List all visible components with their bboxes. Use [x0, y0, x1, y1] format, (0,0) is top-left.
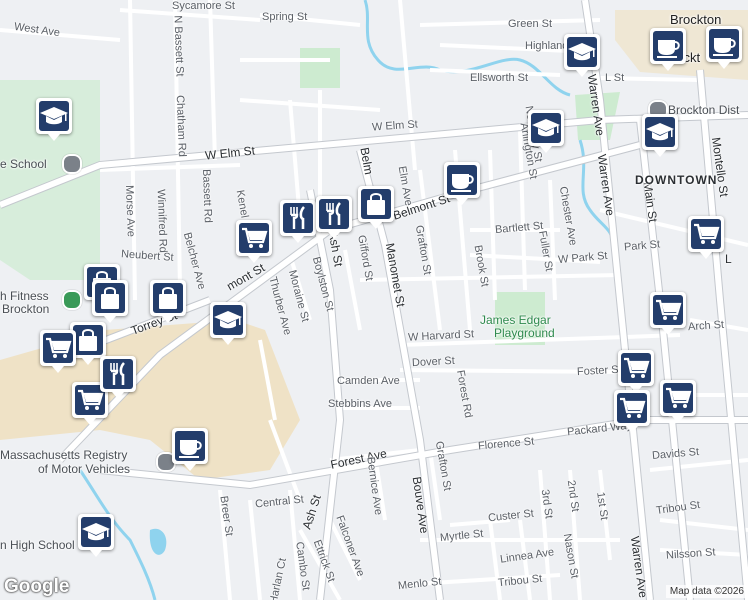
map-marker[interactable]	[280, 200, 316, 243]
shopping-cart-icon	[666, 387, 692, 408]
map-marker[interactable]	[564, 34, 600, 77]
bassett-road-label: Bassett Rd	[199, 168, 214, 224]
registry-label-line2: of Motor Vehicles	[38, 462, 131, 476]
map-marker[interactable]	[650, 292, 686, 335]
shopping-bag-icon	[101, 287, 119, 309]
school-place-label: e School	[0, 157, 47, 171]
map-marker[interactable]	[78, 514, 114, 557]
graduation-cap-icon	[532, 119, 560, 137]
google-logo: Google	[4, 576, 70, 597]
map-marker[interactable]	[358, 186, 394, 229]
fork-knife-icon	[290, 206, 305, 229]
shopping-bag-icon	[79, 329, 97, 351]
fitness-place-label: h Fitness	[0, 289, 49, 303]
map-marker[interactable]	[660, 380, 696, 423]
graduation-cap-icon	[40, 107, 68, 125]
shopping-bag-icon	[159, 287, 177, 309]
school-place-dot[interactable]	[62, 154, 82, 174]
shopping-cart-icon	[242, 227, 268, 248]
chatham-road-label: Chatham Rd	[173, 94, 188, 158]
shopping-cart-icon	[624, 357, 650, 378]
map-attribution[interactable]: Map data ©2026	[665, 585, 748, 598]
green-street-label: Green St	[508, 18, 553, 30]
map-marker[interactable]	[36, 98, 72, 141]
dover-street-label: Dover St	[411, 354, 456, 370]
shopping-cart-icon	[620, 397, 646, 418]
coffee-cup-icon	[451, 174, 474, 192]
foster-street-label: Foster S	[576, 363, 619, 379]
sycamore-street-label: Sycamore St	[172, 0, 235, 12]
fork-knife-icon	[326, 202, 341, 225]
park-area-north	[300, 48, 340, 88]
map-marker[interactable]	[210, 302, 246, 345]
map-marker[interactable]	[92, 280, 128, 323]
fitness-brockton-label: Brockton	[2, 302, 50, 316]
l-right-label: L	[725, 252, 732, 266]
brockton-district-label: Brockton Dist	[668, 103, 740, 117]
ellsworth-street-label: Ellsworth St	[470, 72, 529, 84]
map-marker[interactable]	[706, 26, 742, 69]
brockton-city-label: Brockton	[670, 12, 722, 27]
spring-street-label: Spring St	[262, 11, 308, 23]
map-marker[interactable]	[444, 162, 480, 205]
playground-label-line1: James Edgar	[480, 313, 551, 327]
map-marker[interactable]	[172, 428, 208, 471]
pond	[149, 528, 167, 555]
arch-street-label: Arch St	[687, 318, 725, 334]
l-street-label: L St	[605, 72, 625, 84]
winnifred-road-label: Winnifred Rd	[154, 189, 169, 253]
registry-label-line1: Massachusetts Registry	[0, 448, 128, 462]
fitness-place-dot[interactable]	[62, 290, 82, 310]
map-marker[interactable]	[40, 330, 76, 373]
map-marker[interactable]	[100, 356, 136, 399]
shopping-cart-icon	[46, 337, 72, 358]
map-canvas[interactable]: Sycamore St Spring St West Ave N Bassett…	[0, 0, 748, 600]
fork-knife-icon	[110, 362, 125, 385]
shopping-cart-icon	[694, 223, 720, 244]
n-bassett-street-label: N Bassett St	[171, 15, 186, 77]
map-marker[interactable]	[618, 350, 654, 393]
map-marker[interactable]	[236, 220, 272, 263]
coffee-cup-icon	[657, 40, 680, 58]
graduation-cap-icon	[568, 43, 596, 61]
morse-ave-label: Morse Ave	[122, 184, 137, 238]
map-marker[interactable]	[614, 390, 650, 433]
stebbins-ave-label: Stebbins Ave	[328, 398, 393, 410]
high-school-label: n High School	[0, 538, 75, 552]
shopping-bag-icon	[367, 193, 385, 215]
map-marker[interactable]	[150, 280, 186, 323]
camden-ave-label: Camden Ave	[337, 375, 400, 387]
graduation-cap-icon	[646, 123, 674, 141]
map-marker[interactable]	[642, 114, 678, 157]
coffee-cup-icon	[179, 440, 202, 458]
highland-street-label: Highland	[525, 40, 569, 52]
shopping-cart-icon	[656, 299, 682, 320]
playground-label-line2: Playground	[494, 326, 555, 340]
coffee-cup-icon	[713, 38, 736, 56]
downtown-district-label: DOWNTOWN	[635, 173, 718, 187]
map-marker[interactable]	[688, 216, 724, 259]
graduation-cap-icon	[214, 311, 242, 329]
map-marker[interactable]	[316, 196, 352, 239]
map-marker[interactable]	[650, 28, 686, 71]
map-marker[interactable]	[528, 110, 564, 153]
graduation-cap-icon	[82, 523, 110, 541]
